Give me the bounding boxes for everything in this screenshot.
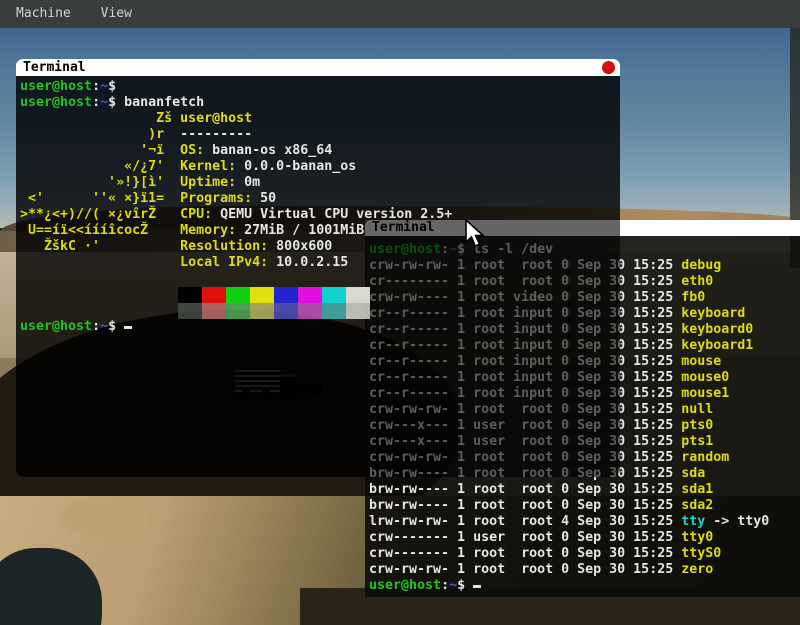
wallpaper-light-rocks [60, 498, 150, 538]
palette-swatch [298, 287, 322, 303]
terminal-content[interactable]: user@host:~$user@host:~$ bananfetch Zš u… [16, 76, 620, 477]
terminal-line: '¬ï OS: banan-os x86_64 [20, 143, 620, 159]
menu-item-view[interactable]: View [95, 0, 138, 28]
palette-swatch [226, 287, 250, 303]
text-cursor [473, 585, 481, 588]
terminal-line: user@host:~$ [20, 319, 620, 335]
palette-swatch [226, 303, 250, 319]
mouse-cursor-icon [464, 219, 486, 249]
palette-swatch [202, 287, 226, 303]
terminal-line: <' ''« ×}ï1= Programs: 50 [20, 191, 620, 207]
palette-swatch [250, 303, 274, 319]
color-palette-row [178, 303, 620, 319]
terminal-line: )r --------- [20, 127, 620, 143]
ls-row: crw-rw-rw- 1 root root 0 Sep 30 15:25 ze… [369, 562, 800, 578]
ls-row: crw------- 1 root root 0 Sep 30 15:25 tt… [369, 546, 800, 562]
terminal-window-foreground: Terminal user@host:~$user@host:~$ bananf… [16, 59, 620, 477]
ls-row: crw------- 1 user root 0 Sep 30 15:25 tt… [369, 530, 800, 546]
terminal-line: «/¿7' Kernel: 0.0.0-banan_os [20, 159, 620, 175]
ls-row: lrw-rw-rw- 1 root root 4 Sep 30 15:25 tt… [369, 514, 800, 530]
ls-row: brw-rw---- 1 root root 0 Sep 30 15:25 sd… [369, 498, 800, 514]
terminal-line: Zš user@host [20, 111, 620, 127]
terminal-line: Local IPv4: 10.0.2.15 [20, 255, 620, 271]
terminal-line: U==íï<<íííîcocŽ Memory: 27MiB / 1001MiB [20, 223, 620, 239]
terminal-line: ŽškC ·' Resolution: 800x600 [20, 239, 620, 255]
palette-swatch [346, 303, 370, 319]
palette-swatch [178, 287, 202, 303]
menu-bar: Machine View [0, 0, 800, 28]
palette-swatch [346, 287, 370, 303]
terminal-line: user@host:~$ bananfetch [20, 95, 620, 111]
vm-screen: Machine View Terminal user@host:~$ ls -l… [0, 0, 800, 625]
palette-swatch [322, 287, 346, 303]
color-palette-row [178, 287, 620, 303]
palette-swatch [274, 303, 298, 319]
ls-row: brw-rw---- 1 root root 0 Sep 30 15:25 sd… [369, 482, 800, 498]
terminal-line [20, 271, 620, 287]
palette-swatch [322, 303, 346, 319]
window-title: Terminal [23, 60, 86, 75]
menu-item-machine[interactable]: Machine [10, 0, 77, 28]
palette-swatch [202, 303, 226, 319]
terminal-line: '»!}[ì' Uptime: 0m [20, 175, 620, 191]
close-button[interactable] [602, 61, 615, 74]
terminal-line: >**¿<+)//( ×¿vîrŽ CPU: QEMU Virtual CPU … [20, 207, 620, 223]
text-cursor [124, 326, 132, 329]
palette-swatch [250, 287, 274, 303]
terminal-line: user@host:~$ [20, 79, 620, 95]
palette-swatch [178, 303, 202, 319]
terminal-line: user@host:~$ [369, 578, 800, 594]
palette-swatch [298, 303, 322, 319]
window-titlebar[interactable]: Terminal [16, 59, 620, 76]
terminal-line [20, 287, 620, 303]
terminal-line [20, 303, 620, 319]
palette-swatch [274, 287, 298, 303]
